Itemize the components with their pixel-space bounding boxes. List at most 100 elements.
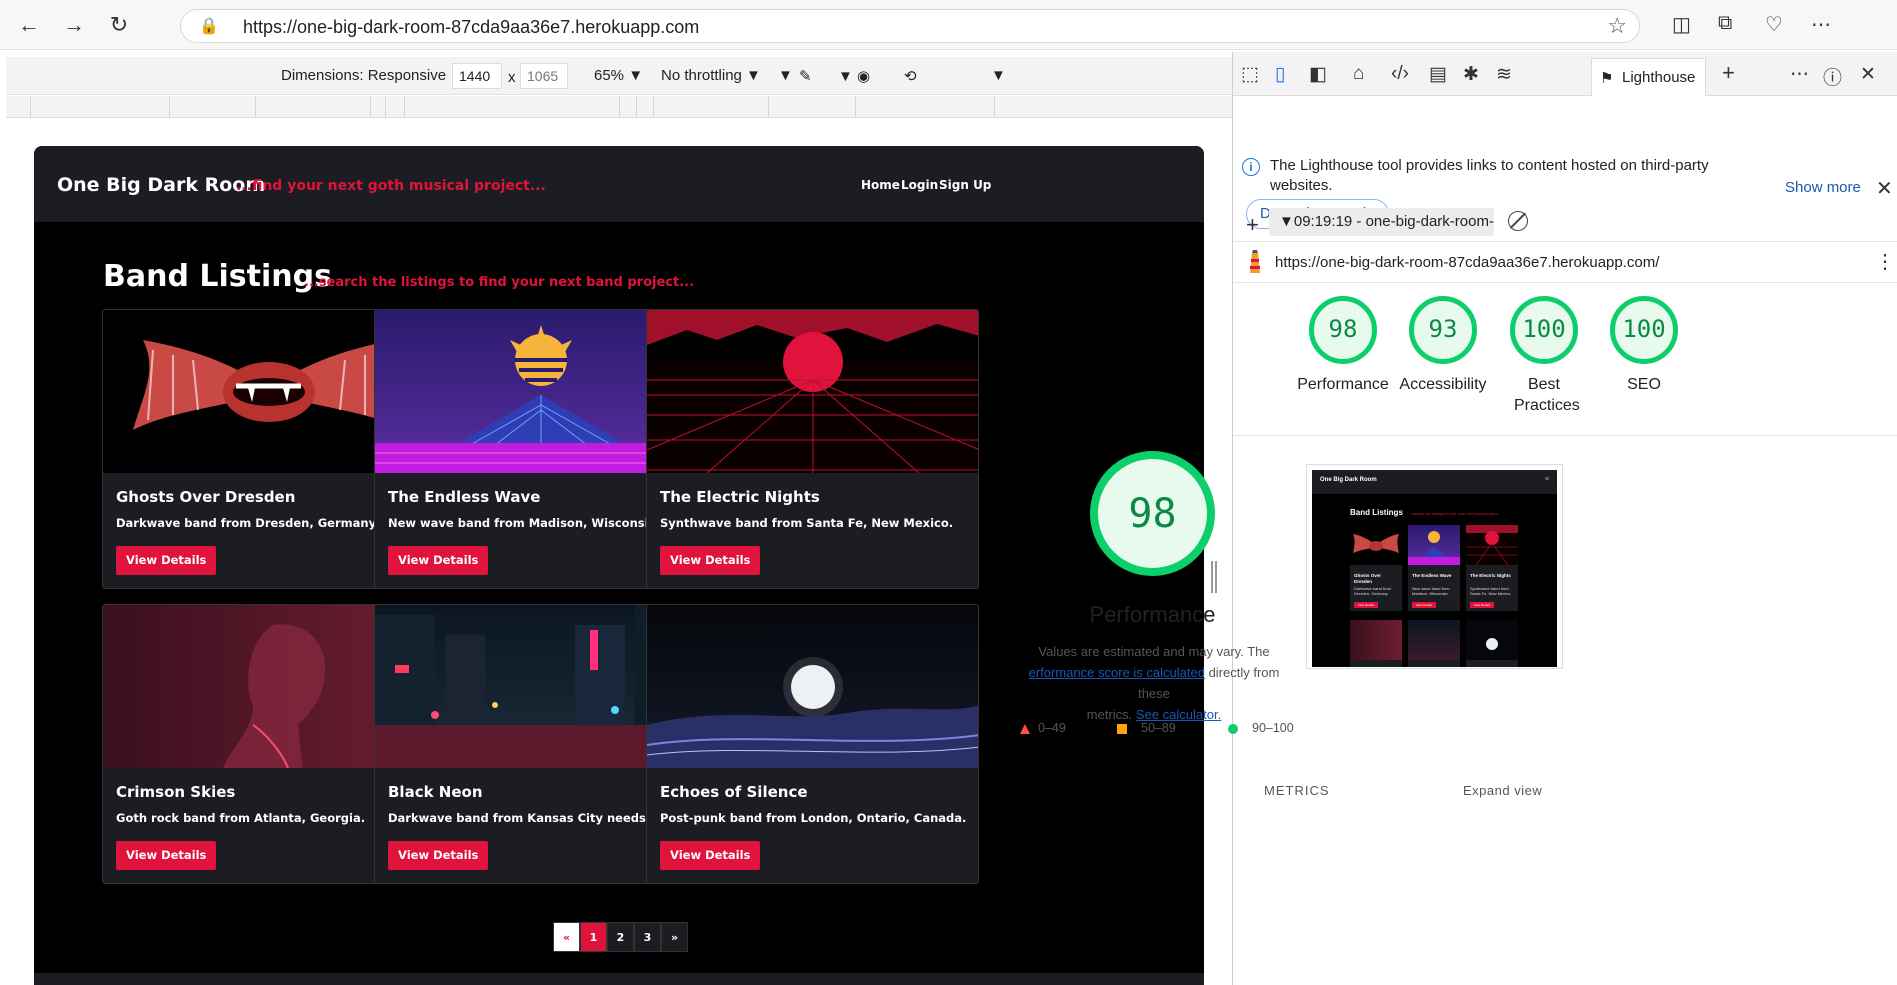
eyedropper-icon[interactable]: ✎ bbox=[799, 67, 812, 85]
legend-triangle-icon bbox=[1020, 724, 1030, 734]
view-details-button[interactable]: View Details bbox=[116, 841, 217, 870]
nav-home-link[interactable]: Home bbox=[861, 178, 900, 192]
band-name: The Electric Nights bbox=[660, 488, 820, 506]
ruler-tick bbox=[169, 96, 170, 118]
height-input[interactable]: 1065 bbox=[520, 63, 568, 89]
lock-icon[interactable]: 🔒 bbox=[199, 16, 219, 36]
tab-lighthouse[interactable]: ⚑ Lighthouse bbox=[1591, 58, 1706, 96]
width-input[interactable]: 1440 bbox=[452, 63, 502, 89]
dimensions-select[interactable]: Dimensions: Responsive ▼ bbox=[281, 67, 465, 84]
nav-signup-link[interactable]: Sign Up bbox=[939, 178, 991, 192]
section-divider bbox=[1233, 435, 1897, 436]
site-navbar: One Big Dark Room ...find your next goth… bbox=[34, 146, 1204, 222]
close-notice-icon[interactable]: ✕ bbox=[1876, 176, 1893, 201]
band-name: Black Neon bbox=[388, 783, 483, 801]
new-report-icon[interactable]: + bbox=[1246, 212, 1259, 238]
score-value: 93 bbox=[1428, 315, 1458, 343]
thumbnail-card-image bbox=[1350, 525, 1402, 565]
lighthouse-tab-icon: ⚑ bbox=[1600, 70, 1614, 87]
report-selector-label: 09:19:19 - one-big-dark-room- bbox=[1293, 213, 1494, 230]
pagination-previous[interactable]: « bbox=[553, 922, 580, 952]
score-label: SEO bbox=[1627, 376, 1661, 393]
inspect-icon[interactable]: ⬚ bbox=[1241, 63, 1259, 86]
device-more-icon[interactable]: ▼ bbox=[991, 67, 1006, 84]
nav-login-link[interactable]: Login bbox=[901, 178, 938, 192]
thumbnail-navbar: One Big Dark Room ≡ bbox=[1312, 470, 1557, 494]
rotate-icon[interactable]: ⟲ bbox=[904, 67, 917, 85]
console-icon[interactable]: ▤ bbox=[1429, 63, 1447, 86]
back-icon[interactable]: ← bbox=[14, 10, 44, 40]
thumbnail-card-name: Ghosts Over Dresden bbox=[1354, 573, 1382, 584]
add-tab-icon[interactable]: + bbox=[1722, 60, 1735, 86]
pagination-page-3[interactable]: 3 bbox=[634, 922, 661, 952]
thumbnail-card-image bbox=[1466, 620, 1518, 660]
split-screen-icon[interactable]: ◫ bbox=[1672, 12, 1691, 37]
report-toolbar: + ▼09:19:19 - one-big-dark-room- bbox=[1233, 200, 1897, 242]
perf-note-text-1: Values are estimated and may vary. The bbox=[1038, 644, 1270, 659]
score-calculated-link[interactable]: erformance score is calculated bbox=[1029, 665, 1205, 680]
pagination-next[interactable]: » bbox=[661, 922, 688, 952]
report-menu-icon[interactable]: ⋮ bbox=[1875, 249, 1895, 274]
band-card: The Electric Nights Synthwave band from … bbox=[646, 309, 979, 589]
throttling-select[interactable]: No throttling ▼ bbox=[661, 67, 761, 84]
thumbnail-card: Ghosts Over Dresden Darkwave band from D… bbox=[1350, 525, 1402, 611]
score-ring: 100 bbox=[1510, 296, 1578, 364]
band-description: Post-punk band from London, Ontario, Can… bbox=[660, 811, 967, 825]
more-menu-icon[interactable]: ⋯ bbox=[1811, 12, 1831, 37]
performance-big-gauge: 98 bbox=[1090, 451, 1215, 576]
zoom-select[interactable]: 65% ▼ bbox=[594, 67, 643, 84]
expand-view-toggle[interactable]: Expand view bbox=[1463, 783, 1542, 798]
elements-icon[interactable]: ‹/› bbox=[1391, 63, 1409, 85]
browser-essentials-icon[interactable]: ♡ bbox=[1765, 12, 1783, 37]
vision-dropdown-icon[interactable]: ▼ ◉ bbox=[838, 67, 870, 85]
resize-handle[interactable] bbox=[1211, 561, 1217, 593]
final-screenshot-thumbnail[interactable]: One Big Dark Room ≡ Band Listings ...sea… bbox=[1306, 464, 1563, 669]
address-bar[interactable]: 🔒 https://one-big-dark-room-87cda9aa36e7… bbox=[180, 9, 1640, 43]
report-selector[interactable]: ▼09:19:19 - one-big-dark-room- bbox=[1269, 208, 1494, 236]
ruler-tick bbox=[855, 96, 856, 118]
perf-note-text-3: metrics. bbox=[1086, 707, 1133, 722]
clear-reports-icon[interactable] bbox=[1508, 211, 1528, 231]
view-details-button[interactable]: View Details bbox=[388, 841, 489, 870]
close-devtools-icon[interactable]: ✕ bbox=[1860, 63, 1876, 86]
emulated-site: One Big Dark Room ...find your next goth… bbox=[34, 146, 1204, 985]
favorite-star-icon[interactable]: ☆ bbox=[1607, 13, 1627, 39]
browser-toolbar: ← → ↻ 🔒 https://one-big-dark-room-87cda9… bbox=[0, 0, 1897, 50]
thumbnail-card-desc: Synthwave band from Santa Fe, New Mexico… bbox=[1470, 586, 1512, 596]
thumbnail-card-name: The Electric Nights bbox=[1470, 573, 1511, 578]
collections-icon[interactable]: ⧉ bbox=[1718, 12, 1732, 35]
reload-icon[interactable]: ↻ bbox=[104, 10, 134, 40]
pagination-page-1[interactable]: 1 bbox=[580, 922, 607, 952]
info-icon: i bbox=[1242, 158, 1260, 176]
view-details-button[interactable]: View Details bbox=[116, 546, 217, 575]
media-query-ruler[interactable] bbox=[6, 96, 1232, 118]
show-more-link[interactable]: Show more bbox=[1785, 179, 1861, 196]
score-ring: 93 bbox=[1409, 296, 1477, 364]
network-wifi-icon[interactable]: ≋ bbox=[1496, 63, 1512, 86]
band-description: Synthwave band from Santa Fe, New Mexico… bbox=[660, 516, 954, 530]
legend-pass: 90–100 bbox=[1228, 721, 1294, 735]
see-calculator-link[interactable]: See calculator. bbox=[1136, 707, 1221, 722]
score-gauge-seo[interactable]: 100 SEO bbox=[1574, 296, 1714, 395]
legend-square-icon bbox=[1117, 724, 1127, 734]
score-ring: 98 bbox=[1309, 296, 1377, 364]
more-tools-icon[interactable]: ⋯ bbox=[1790, 63, 1809, 86]
band-card: Echoes of Silence Post-punk band from Lo… bbox=[646, 604, 979, 884]
welcome-home-icon[interactable]: ⌂ bbox=[1353, 63, 1364, 85]
sources-bug-icon[interactable]: ✱ bbox=[1463, 63, 1479, 86]
device-toolbar-icon[interactable]: ▯ bbox=[1275, 63, 1285, 86]
view-details-button[interactable]: View Details bbox=[660, 546, 761, 575]
view-details-button[interactable]: View Details bbox=[388, 546, 489, 575]
performance-big-score: 98 bbox=[1128, 491, 1177, 537]
thumbnail-card: The Electric Nights Synthwave band from … bbox=[1466, 525, 1518, 611]
save-data-dropdown-icon[interactable]: ▼ bbox=[778, 67, 793, 84]
dimension-separator: x bbox=[508, 69, 516, 86]
thumbnail-subtitle: ...search the listings to find your next… bbox=[1409, 511, 1501, 516]
view-details-button[interactable]: View Details bbox=[660, 841, 761, 870]
device-toolbar: Dimensions: Responsive ▼ 1440 x 1065 65%… bbox=[6, 57, 1232, 95]
pagination-page-2[interactable]: 2 bbox=[607, 922, 634, 952]
forward-icon[interactable]: → bbox=[59, 10, 89, 40]
help-icon[interactable]: ⓘ bbox=[1823, 63, 1842, 90]
site-brand[interactable]: One Big Dark Room bbox=[57, 174, 265, 196]
dock-side-icon[interactable]: ◧ bbox=[1309, 63, 1327, 86]
